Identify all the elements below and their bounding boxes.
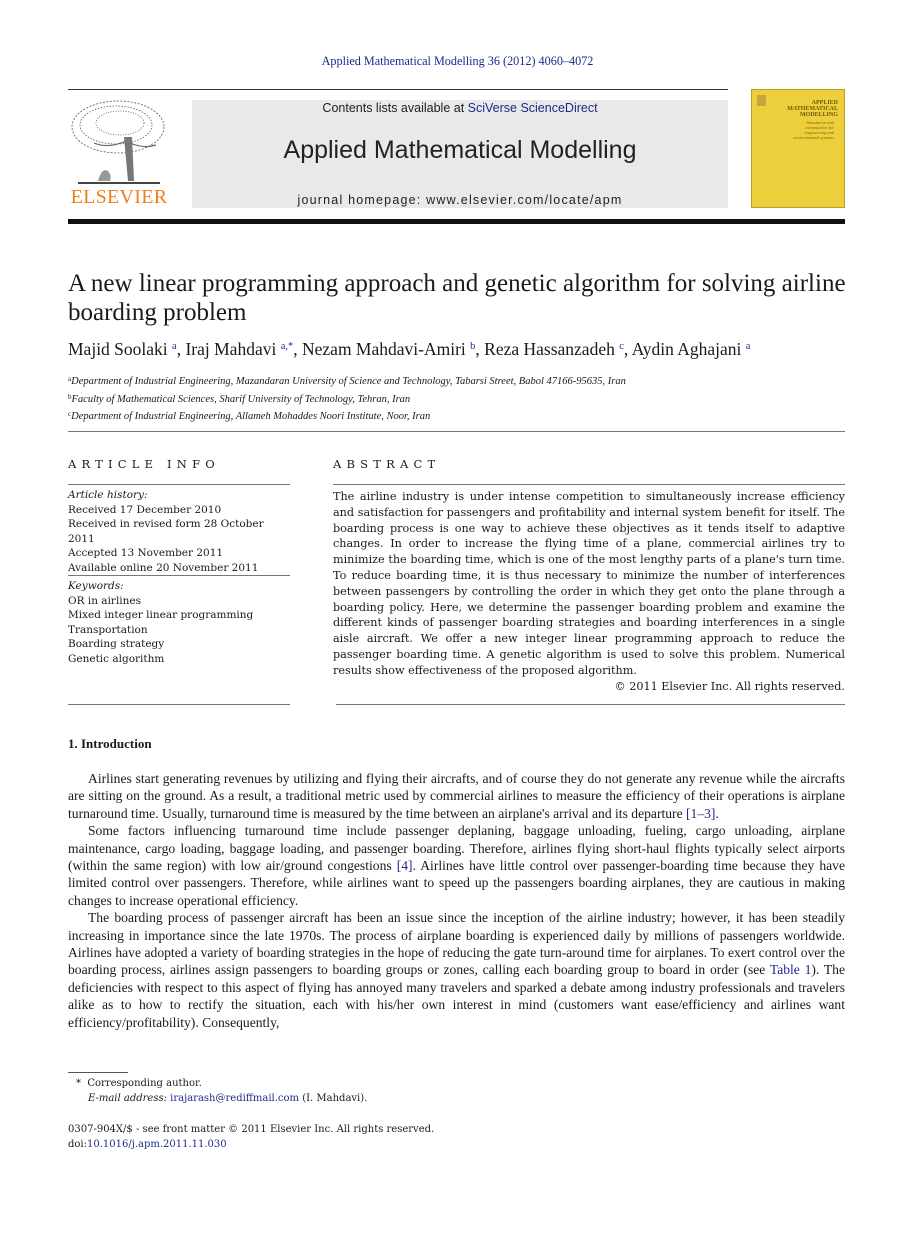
keywords-label: Keywords: <box>68 580 124 592</box>
affiliations: aDepartment of Industrial Engineering, M… <box>68 372 626 425</box>
keyword: Boarding strategy <box>68 638 165 650</box>
author-name: Iraj Mahdavi <box>185 339 277 359</box>
article-title: A new linear programming approach and ge… <box>68 270 846 326</box>
citation-link[interactable]: [1–3] <box>686 806 715 821</box>
header-thick-rule <box>68 219 845 224</box>
affiliation: cDepartment of Industrial Engineering, A… <box>68 407 626 425</box>
doi-link[interactable]: 10.1016/j.apm.2011.11.030 <box>87 1139 227 1150</box>
author-name: Majid Soolaki <box>68 339 168 359</box>
issn-line: 0307-904X/$ - see front matter © 2011 El… <box>68 1124 435 1135</box>
affiliation: bFaculty of Mathematical Sciences, Shari… <box>68 390 626 408</box>
affiliation-text: Department of Industrial Engineering, Al… <box>71 411 431 422</box>
keyword: OR in airlines <box>68 594 142 607</box>
article-info-heading: ARTICLE INFO <box>68 457 220 471</box>
cover-logo-icon <box>757 95 766 106</box>
email-label: E-mail address: <box>88 1093 167 1104</box>
paragraph: Airlines start generating revenues by ut… <box>68 770 845 822</box>
cover-title: APPLIED MATHEMATICAL MODELLING <box>787 100 838 118</box>
contents-line: Contents lists available at SciVerse Sci… <box>192 101 728 115</box>
abstract-copyright: © 2011 Elsevier Inc. All rights reserved… <box>614 680 845 693</box>
paragraph: Some factors influencing turnaround time… <box>68 822 845 909</box>
article-info-rule <box>68 484 290 485</box>
elsevier-wordmark: ELSEVIER <box>70 186 168 208</box>
paragraph: The boarding process of passenger aircra… <box>68 909 845 1031</box>
front-matter: 0307-904X/$ - see front matter © 2011 El… <box>68 1123 434 1152</box>
footnote-rule <box>68 1072 128 1073</box>
article-info-bottom-rule <box>68 704 290 705</box>
header-rule <box>68 89 728 90</box>
history-item: Available online 20 November 2011 <box>68 561 259 574</box>
author-name: Aydin Aghajani <box>631 339 742 359</box>
homepage-link[interactable]: www.elsevier.com/locate/apm <box>426 193 622 207</box>
history-label: Article history: <box>68 489 148 501</box>
author-affil-mark[interactable]: a <box>172 341 177 352</box>
affiliation-text: Department of Industrial Engineering, Ma… <box>71 376 626 387</box>
footnote-marker: * <box>76 1078 81 1089</box>
author-affil-mark[interactable]: b <box>470 341 475 352</box>
homepage-prefix: journal homepage: <box>297 193 427 207</box>
author-name: Nezam Mahdavi-Amiri <box>302 339 466 359</box>
paragraph-text: Airlines start generating revenues by ut… <box>68 771 845 821</box>
contents-prefix: Contents lists available at <box>322 101 468 115</box>
tree-icon <box>71 100 165 184</box>
affiliation-text: Faculty of Mathematical Sciences, Sharif… <box>71 393 411 405</box>
cover-subtitle: Simulation and computation for engineeri… <box>793 120 834 140</box>
journal-cover[interactable]: APPLIED MATHEMATICAL MODELLING Simulatio… <box>751 89 845 208</box>
author-affil-mark[interactable]: a <box>746 341 751 352</box>
author-affil-mark[interactable]: c <box>619 341 624 352</box>
keywords-rule <box>68 575 290 576</box>
history-item: Received 17 December 2010 <box>68 503 222 516</box>
section-divider <box>68 431 845 432</box>
author-list: Majid Soolaki a, Iraj Mahdavi a,*, Nezam… <box>68 339 751 359</box>
footnote: * Corresponding author. E-mail address: … <box>76 1076 367 1106</box>
keyword: Genetic algorithm <box>68 652 165 665</box>
paragraph-text: . <box>715 805 719 821</box>
abstract-text: The airline industry is under intense co… <box>333 490 845 677</box>
journal-reference[interactable]: Applied Mathematical Modelling 36 (2012)… <box>0 54 907 69</box>
table-link[interactable]: Table 1 <box>770 962 812 977</box>
history-item: Accepted 13 November 2011 <box>68 547 224 559</box>
author-name: Reza Hassanzadeh <box>484 339 615 359</box>
journal-homepage: journal homepage: www.elsevier.com/locat… <box>192 193 728 207</box>
abstract-rule <box>333 484 845 485</box>
history-item: Received in revised form 28 October 2011 <box>68 518 264 545</box>
paragraph-text: The boarding process of passenger aircra… <box>68 910 845 978</box>
keywords: Keywords: OR in airlines Mixed integer l… <box>68 579 290 666</box>
elsevier-logo[interactable]: ELSEVIER <box>68 97 170 209</box>
corresponding-author-note: Corresponding author. <box>87 1078 202 1089</box>
email-link[interactable]: irajarash@rediffmail.com <box>170 1093 299 1104</box>
abstract-heading: ABSTRACT <box>333 457 441 471</box>
email-suffix: (I. Mahdavi). <box>299 1093 368 1104</box>
citation-link[interactable]: [4] <box>397 858 413 873</box>
keyword: Mixed integer linear programming <box>68 609 254 621</box>
sciencedirect-link[interactable]: SciVerse ScienceDirect <box>468 101 598 115</box>
article-history: Article history: Received 17 December 20… <box>68 488 290 575</box>
author-affil-mark[interactable]: a,* <box>281 341 294 352</box>
abstract-bottom-rule <box>336 704 845 705</box>
journal-title: Applied Mathematical Modelling <box>283 136 637 164</box>
introduction-body: Airlines start generating revenues by ut… <box>68 770 845 1031</box>
doi-label: doi: <box>68 1138 87 1150</box>
keyword: Transportation <box>68 623 148 636</box>
affiliation: aDepartment of Industrial Engineering, M… <box>68 372 626 390</box>
section-heading-introduction: 1. Introduction <box>68 736 152 751</box>
